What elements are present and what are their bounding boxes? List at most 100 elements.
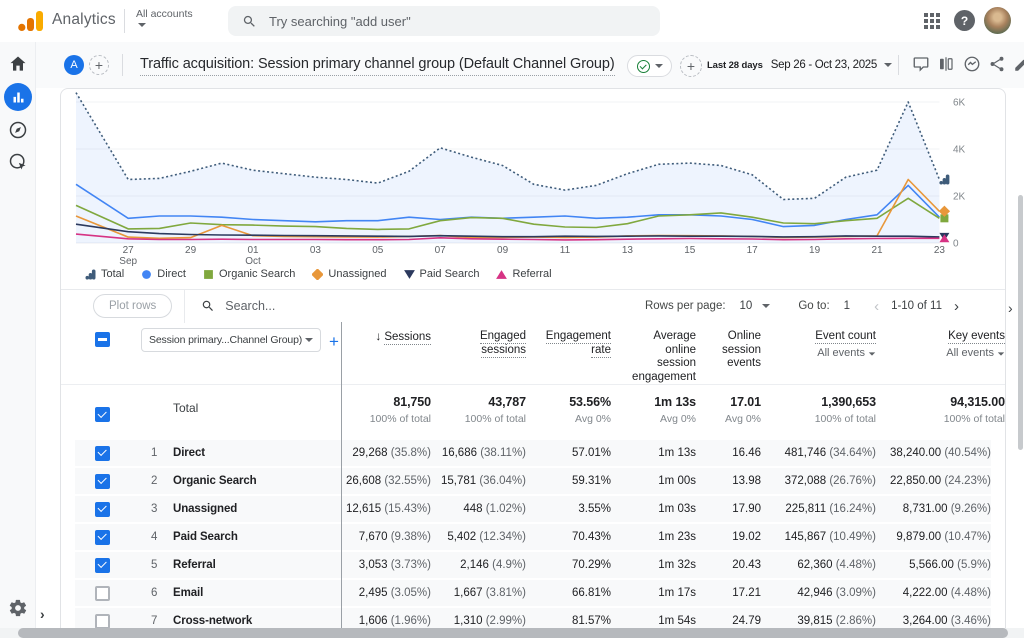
expand-nav-chevron-icon[interactable]: › <box>40 606 45 622</box>
column-header-engagement-rate[interactable]: Engagement rate <box>526 322 611 384</box>
expand-panel-chevron-icon[interactable]: › <box>1008 300 1013 316</box>
ga-marker-icon <box>85 269 96 280</box>
row-checkbox[interactable] <box>95 614 110 629</box>
vertical-scrollbar[interactable] <box>1018 195 1023 450</box>
channel-name: Organic Search <box>173 475 341 487</box>
legend-item-unassigned[interactable]: Unassigned <box>312 268 386 280</box>
svg-text:4K: 4K <box>953 145 966 156</box>
total-checkbox[interactable] <box>95 407 110 422</box>
table-total-row: Total 81,750100% of total43,787100% of t… <box>61 384 1005 440</box>
svg-text:27: 27 <box>123 245 135 256</box>
table-header-row: Session primary...Channel Group) ↓Sessio… <box>61 322 1005 384</box>
row-checkbox[interactable] <box>95 446 110 461</box>
help-icon[interactable]: ? <box>954 10 975 31</box>
home-icon[interactable] <box>8 54 28 74</box>
legend-item-paid-search[interactable]: Paid Search <box>404 268 480 280</box>
square-marker-icon <box>203 269 214 280</box>
report-title[interactable]: Traffic acquisition: Session primary cha… <box>140 56 615 76</box>
global-search-input[interactable]: Try searching "add user" <box>228 6 660 36</box>
svg-text:6K: 6K <box>953 98 966 109</box>
svg-text:01: 01 <box>247 245 259 256</box>
previous-page-icon[interactable]: ‹ <box>874 298 879 315</box>
check-icon <box>637 60 650 73</box>
legend-item-direct[interactable]: Direct <box>141 268 186 280</box>
column-header-average-online-session-engagement[interactable]: Average online session engagement <box>611 322 696 384</box>
advertising-icon[interactable] <box>8 152 28 172</box>
share-icon[interactable] <box>988 55 1006 73</box>
channel-name: Cross-network <box>173 615 341 627</box>
column-header-sessions[interactable]: ↓Sessions <box>341 322 431 384</box>
column-header-event-count[interactable]: Event countAll events <box>761 322 876 384</box>
compare-icon[interactable] <box>937 55 955 73</box>
row-checkbox[interactable] <box>95 586 110 601</box>
google-apps-icon[interactable] <box>924 13 940 29</box>
add-comparison-button[interactable]: + <box>89 55 109 75</box>
date-range-picker[interactable]: Last 28 days Sep 26 - Oct 23, 2025 <box>707 59 892 71</box>
svg-text:23: 23 <box>934 245 946 256</box>
svg-text:0: 0 <box>953 239 959 250</box>
google-analytics-logo-icon <box>18 11 44 31</box>
rows-per-page-value[interactable]: 10 <box>740 300 753 312</box>
legend-item-referral[interactable]: Referral <box>496 268 551 280</box>
dimension-selector[interactable]: Session primary...Channel Group) <box>141 328 321 352</box>
row-checkbox[interactable] <box>95 474 110 489</box>
report-card: 02K4K6K27Sep2901Oct030507091113151719212… <box>60 88 1006 638</box>
add-button[interactable]: + <box>680 55 702 77</box>
select-all-checkbox[interactable] <box>95 332 110 347</box>
svg-text:07: 07 <box>435 245 447 256</box>
brand-title: Analytics <box>52 11 116 29</box>
right-panel-collapsed <box>1006 88 1018 628</box>
table-row-paid-search: 4Paid Search7,670 (9.38%)5,402 (12.34%)7… <box>75 524 991 550</box>
sort-descending-icon: ↓ <box>375 329 381 343</box>
chart-legend: Total Direct Organic Search Unassigned Paid … <box>85 266 552 282</box>
diamond-marker-icon <box>312 269 323 280</box>
table-row-referral: 5Referral3,053 (3.73%)2,146 (4.9%)70.29%… <box>75 552 991 578</box>
row-checkbox[interactable] <box>95 530 110 545</box>
table-column-divider <box>341 322 342 638</box>
column-header-engaged-sessions[interactable]: Engaged sessions <box>431 322 526 384</box>
channel-name: Referral <box>173 559 341 571</box>
row-checkbox[interactable] <box>95 558 110 573</box>
total-cell: 17.01Avg 0% <box>696 395 761 440</box>
table-search-input[interactable]: Search... <box>201 299 275 313</box>
report-header-bar: A + Traffic acquisition: Session primary… <box>36 42 1024 88</box>
edit-icon[interactable] <box>1013 55 1024 73</box>
legend-item-organic-search[interactable]: Organic Search <box>203 268 295 280</box>
svg-text:15: 15 <box>684 245 696 256</box>
reports-icon[interactable] <box>4 83 32 111</box>
next-page-icon[interactable]: › <box>954 298 959 315</box>
feedback-icon[interactable] <box>912 55 930 73</box>
chevron-down-icon[interactable] <box>762 304 770 308</box>
rows-per-page-label: Rows per page: <box>645 300 726 312</box>
user-avatar[interactable] <box>984 7 1011 34</box>
total-cell: 81,750100% of total <box>341 395 431 440</box>
property-avatar[interactable]: A <box>64 55 84 75</box>
chevron-down-icon <box>884 63 892 67</box>
chevron-down-icon <box>138 23 146 27</box>
events-filter[interactable]: All events <box>876 347 1005 361</box>
search-icon <box>201 299 215 313</box>
account-picker[interactable]: All accounts <box>136 8 193 27</box>
divider <box>124 9 125 33</box>
search-icon <box>242 14 257 29</box>
explore-icon[interactable] <box>8 120 28 140</box>
sessions-line-chart[interactable]: 02K4K6K27Sep2901Oct030507091113151719212… <box>61 91 1005 267</box>
goto-value[interactable]: 1 <box>844 300 850 312</box>
chevron-down-icon <box>655 64 663 68</box>
plot-rows-button[interactable]: Plot rows <box>93 294 172 318</box>
divider <box>898 55 899 75</box>
channel-name: Direct <box>173 447 341 459</box>
table-controls: Plot rows Search... Rows per page: 10 Go… <box>61 289 1005 322</box>
legend-item-total[interactable]: Total <box>85 268 124 280</box>
column-header-key-events[interactable]: Key eventsAll events <box>876 322 1005 384</box>
insights-icon[interactable] <box>963 55 981 73</box>
report-status-pill[interactable] <box>627 55 672 77</box>
divider <box>122 54 123 76</box>
events-filter[interactable]: All events <box>761 347 876 361</box>
row-checkbox[interactable] <box>95 502 110 517</box>
settings-gear-icon[interactable] <box>8 598 28 618</box>
total-cell: 1,390,653100% of total <box>761 395 876 440</box>
column-header-online-session-events[interactable]: Online session events <box>696 322 761 384</box>
add-dimension-button[interactable]: + <box>329 332 339 352</box>
horizontal-scrollbar[interactable] <box>18 628 1008 638</box>
